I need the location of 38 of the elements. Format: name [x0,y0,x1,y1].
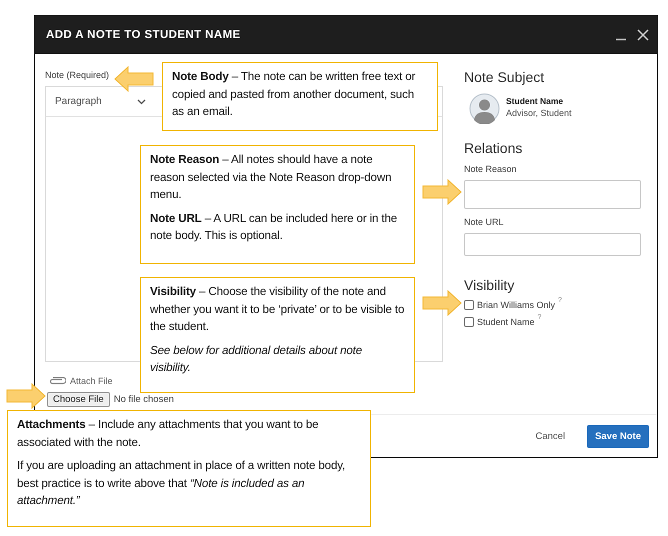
window-title: ADD A NOTE TO STUDENT NAME [46,29,242,41]
callout-text: If you are uploading an attachment in place of a written note body, best practice is to write above that “Note is included as an attachment.” [17,458,346,509]
checkbox-label: Student Name [477,317,535,327]
choose-file-button[interactable]: Choose File [47,392,110,407]
file-status: No file chosen [114,394,174,405]
section-heading: Visibility [464,277,516,293]
field-label: Note Reason [464,164,518,174]
callout-text: Visibility – Choose the visibility of the note and whether you want it to be ‘private’ or to be visible to the student. [150,284,405,335]
checkbox[interactable] [464,317,474,327]
paperclip-icon [48,376,66,386]
field-label: Note URL [464,217,505,227]
select-field[interactable] [464,180,641,209]
help-mark[interactable]: ? [538,314,542,321]
callout-text: Attachments – Include any attachments that you want to be associated with the note. [17,417,320,450]
close-icon[interactable] [637,29,649,41]
attach-label: Attach File [70,376,113,386]
cancel-button[interactable]: Cancel [529,430,572,442]
arrow-icon [422,290,462,316]
save-button[interactable]: Save Note [587,424,649,448]
field-label: Note (Required) [45,70,110,80]
callout-text: Note URL – A URL can be included here or in the note body. This is optional. [150,210,398,244]
checkbox-label: Brian Williams Only [477,300,556,310]
chevron-icon [136,98,146,104]
student-roles: Advisor, Student [506,108,572,118]
arrow-icon [114,66,154,92]
section-heading: Relations [464,140,524,156]
arrow-icon [422,179,462,205]
student-name: Student Name [506,96,564,106]
callout-text: See below for additional details about note visibility. [150,342,364,376]
checkbox[interactable] [464,300,474,310]
arrow-icon [6,383,46,409]
callout-text: Note Reason – All notes should have a note reason selected via the Note Reason drop-down menu. [150,152,392,203]
format-dropdown[interactable]: Paragraph [55,96,146,107]
input-field[interactable] [464,233,641,256]
avatar-icon [469,93,500,124]
section-heading: Note Subject [464,69,546,85]
callout-text: Note Body – The note can be written free text or copied and pasted from another document, such as an email. [172,69,416,120]
help-mark[interactable]: ? [558,297,562,304]
